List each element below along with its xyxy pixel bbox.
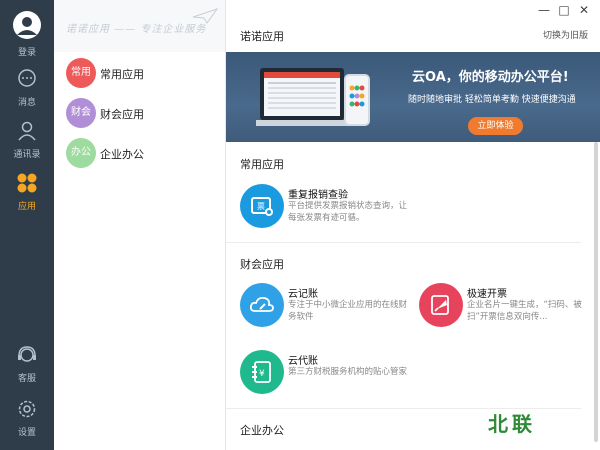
contacts-icon [0, 120, 54, 146]
watermark: 北联 [488, 412, 536, 436]
main-nav: 登录 消息 通讯录 应用 客服 设置 [0, 0, 54, 450]
section-title: 企业办公 [240, 424, 284, 437]
app-description: 平台提供发票报销状态查询，让每张发票有迹可循。 [288, 201, 408, 223]
app-description: 企业名片一键生成，“扫码、被扫”开票信息双向传... [467, 300, 582, 322]
nav-item-contacts[interactable]: 通讯录 [0, 120, 54, 160]
laptop-illustration [254, 64, 356, 134]
app-card-cloud-ledger[interactable]: 云记账 专注于中小微企业应用的在线财务软件 [240, 283, 410, 331]
section-divider [226, 242, 581, 243]
category-label: 常用应用 [100, 68, 144, 81]
headset-icon [0, 344, 54, 370]
page-title: 诺诺应用 [240, 30, 284, 43]
nav-item-support[interactable]: 客服 [0, 344, 54, 384]
category-panel: 诺诺应用 —— 专注企业服务 常用 常用应用 财会 财会应用 办公 企业办公 [54, 0, 226, 450]
section-title: 常用应用 [240, 158, 284, 171]
section-title: 财会应用 [240, 258, 284, 271]
app-title: 极速开票 [467, 289, 507, 300]
ledger-book-icon: ¥ [240, 350, 284, 394]
category-label: 财会应用 [100, 108, 144, 121]
nav-item-label: 客服 [17, 374, 36, 384]
app-window: 登录 消息 通讯录 应用 客服 设置 诺诺应用 —— 专注企业服务 常用 常用应… [0, 0, 600, 450]
category-badge: 办公 [66, 138, 96, 168]
nav-item-login[interactable]: 登录 [0, 10, 54, 58]
app-title: 云记账 [288, 289, 318, 300]
nav-item-settings[interactable]: 设置 [0, 398, 54, 438]
category-finance[interactable]: 财会 财会应用 [66, 98, 216, 128]
paper-plane-icon [192, 8, 218, 24]
nav-item-messages[interactable]: 消息 [0, 68, 54, 108]
slogan: 诺诺应用 —— 专注企业服务 [66, 24, 207, 35]
category-common[interactable]: 常用 常用应用 [66, 58, 216, 88]
app-title: 重复报销查验 [288, 190, 348, 201]
app-description: 专注于中小微企业应用的在线财务软件 [288, 300, 408, 322]
maximize-button[interactable]: □ [556, 3, 572, 17]
app-title: 云代账 [288, 356, 318, 367]
app-card-fast-invoicing[interactable]: 极速开票 企业名片一键生成，“扫码、被扫”开票信息双向传... [419, 283, 589, 331]
category-label: 企业办公 [100, 148, 144, 161]
close-button[interactable]: ✕ [576, 3, 592, 17]
app-card-cloud-bookkeeping[interactable]: ¥ 云代账 第三方财税服务机构的贴心管家 [240, 350, 410, 398]
nav-item-label: 消息 [17, 98, 36, 108]
nav-item-label: 应用 [17, 202, 36, 212]
cloud-ledger-icon [240, 283, 284, 327]
apps-icon [0, 172, 54, 198]
app-card-duplicate-reimbursement[interactable]: 票 重复报销查验 平台提供发票报销状态查询，让每张发票有迹可循。 [240, 184, 410, 232]
main-content: — □ ✕ 诺诺应用 切换为旧版 云OA，你的移动办公平台! 随时随地审批 轻松… [226, 0, 600, 450]
rocket-invoice-icon [419, 283, 463, 327]
chat-icon [0, 68, 54, 94]
try-now-button[interactable]: 立即体验 [468, 117, 523, 135]
nav-item-label: 通讯录 [13, 150, 41, 160]
nav-item-apps[interactable]: 应用 [0, 172, 54, 212]
category-header: 诺诺应用 —— 专注企业服务 [54, 0, 225, 52]
svg-text:¥: ¥ [259, 369, 265, 379]
gear-icon [0, 398, 54, 424]
banner-subtitle: 随时随地审批 轻松简单考勤 快速便捷沟通 [408, 95, 576, 105]
nav-item-label: 设置 [17, 428, 36, 438]
svg-text:票: 票 [257, 202, 265, 211]
category-badge: 常用 [66, 58, 96, 88]
scrollbar[interactable] [594, 142, 598, 442]
promo-banner[interactable]: 云OA，你的移动办公平台! 随时随地审批 轻松简单考勤 快速便捷沟通 立即体验 [226, 52, 600, 142]
avatar-icon [0, 10, 54, 44]
category-office[interactable]: 办公 企业办公 [66, 138, 216, 168]
switch-old-version-link[interactable]: 切换为旧版 [543, 28, 588, 41]
nav-item-label: 登录 [17, 48, 36, 58]
app-description: 第三方财税服务机构的贴心管家 [288, 367, 408, 377]
banner-title: 云OA，你的移动办公平台! [412, 70, 569, 85]
phone-illustration [344, 74, 370, 126]
category-badge: 财会 [66, 98, 96, 128]
invoice-check-icon: 票 [240, 184, 284, 228]
minimize-button[interactable]: — [536, 3, 552, 17]
